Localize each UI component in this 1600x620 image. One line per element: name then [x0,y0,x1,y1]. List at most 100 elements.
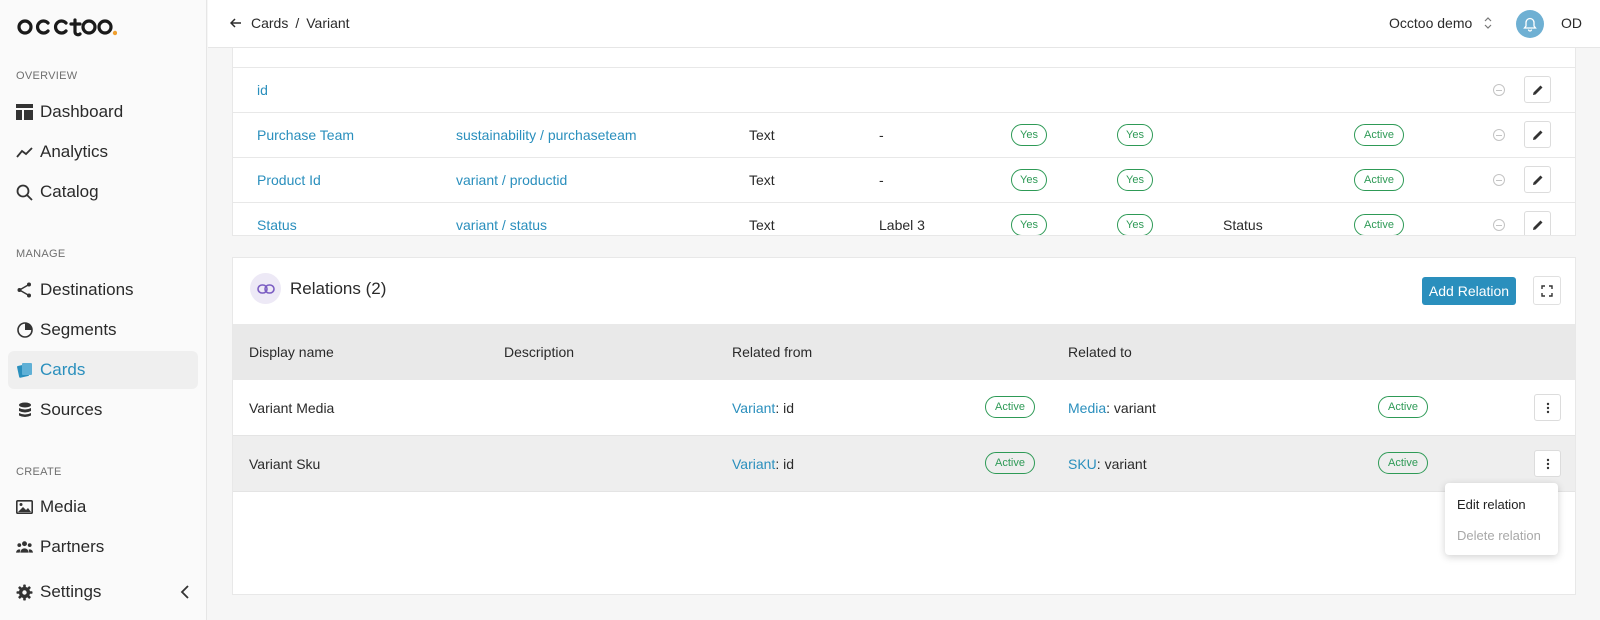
breadcrumb: Cards / Variant [230,15,350,31]
breadcrumb-cards[interactable]: Cards [251,15,288,31]
dashboard-icon [16,104,33,121]
breadcrumb-separator: / [295,15,300,31]
tenant-selector[interactable]: Occtoo demo [1389,15,1492,31]
sidebar-item-partners[interactable]: Partners [8,528,198,566]
database-icon [16,402,33,419]
sidebar-item-label: Segments [40,320,117,339]
status-badge: Active [1354,124,1404,146]
edit-button[interactable] [1524,76,1551,103]
relation-display-name: Variant Media [249,400,335,416]
attribute-name[interactable]: id [257,82,268,98]
attribute-name[interactable]: Product Id [257,172,321,188]
sidebar-item-sources[interactable]: Sources [8,391,198,429]
status-badge: Active [1354,214,1404,235]
minus-circle-icon[interactable] [1493,84,1505,96]
sidebar-item-label: Analytics [40,142,109,161]
image-icon [16,499,33,516]
user-initials[interactable]: OD [1561,15,1582,31]
share-icon [16,282,33,299]
attributes-table: id Purchase Team sustainability / purcha… [232,48,1576,236]
relations-table-header: Display name Description Related from Re… [233,324,1575,380]
sidebar-item-label: Catalog [40,182,99,201]
attribute-source[interactable]: variant / productid [456,172,567,188]
column-header: Related to [1068,344,1132,360]
attribute-name[interactable]: Purchase Team [257,127,354,143]
delete-relation-item: Delete relation [1457,528,1541,543]
notifications-button[interactable] [1516,10,1544,38]
tenant-name: Occtoo demo [1389,15,1473,31]
status-badge: Active [1378,452,1428,474]
edit-button[interactable] [1524,211,1551,235]
sidebar-item-label: Dashboard [40,102,124,121]
attribute-type: Text [749,127,775,143]
column-header: Related from [732,344,813,360]
table-row: id [233,67,1575,112]
related-to: Media: variant [1068,400,1156,416]
attribute-source[interactable]: sustainability / purchaseteam [456,127,637,143]
breadcrumb-current: Variant [306,15,350,31]
sidebar-item-catalog[interactable]: Catalog [8,173,198,211]
column-header: Display name [249,344,334,360]
analytics-icon [16,144,33,161]
sidebar-item-media[interactable]: Media [8,488,198,526]
edit-button[interactable] [1524,121,1551,148]
edit-button[interactable] [1524,166,1551,193]
related-from-entity[interactable]: Variant [732,456,775,472]
minus-circle-icon[interactable] [1493,219,1505,231]
attribute-name[interactable]: Status [257,217,297,233]
pencil-icon [1532,85,1542,95]
gear-icon [16,584,33,601]
row-menu-button[interactable] [1534,394,1561,421]
related-from-field: : id [775,400,795,416]
sidebar-item-label: Settings [40,582,102,601]
sidebar-item-cards[interactable]: Cards [8,351,198,389]
pencil-icon [1532,130,1542,140]
section-label-create: CREATE [16,466,62,478]
sidebar-item-settings[interactable]: Settings [8,573,198,611]
attribute-source[interactable]: variant / status [456,217,547,233]
yes-badge: Yes [1117,169,1153,191]
sidebar-item-dashboard[interactable]: Dashboard [8,93,198,131]
table-row: Purchase Team sustainability / purchaset… [233,112,1575,157]
section-label-overview: OVERVIEW [16,70,78,82]
kebab-icon [1546,402,1549,413]
minus-circle-icon[interactable] [1493,174,1505,186]
attribute-label: Label 3 [879,217,925,233]
related-from: Variant: id [732,400,794,416]
column-header: Description [504,344,575,360]
occtoo-logo[interactable] [17,16,117,38]
related-to-field: : variant [1106,400,1156,416]
status-badge: Active [1378,396,1428,418]
status-badge: Active [1354,169,1404,191]
yes-badge: Yes [1117,124,1153,146]
yes-badge: Yes [1011,214,1047,235]
collapse-sidebar-button[interactable] [176,582,194,602]
sidebar: OVERVIEW Dashboard Analytics Catalog MAN… [0,0,207,620]
related-to-entity[interactable]: SKU [1068,456,1097,472]
minus-circle-icon[interactable] [1493,129,1505,141]
back-arrow-icon[interactable] [230,18,242,28]
expand-button[interactable] [1533,276,1561,305]
attribute-label: - [879,127,884,143]
related-from-entity[interactable]: Variant [732,400,775,416]
sidebar-item-analytics[interactable]: Analytics [8,133,198,171]
yes-badge: Yes [1117,214,1153,235]
attribute-type: Text [749,172,775,188]
search-icon [16,184,33,201]
kebab-icon [1546,458,1549,469]
table-row: Variant Media Variant: id Active Media: … [233,380,1575,436]
top-header: Cards / Variant Occtoo demo OD [208,0,1600,48]
chevron-left-icon [180,585,189,599]
row-menu-button[interactable] [1534,450,1561,477]
edit-relation-item[interactable]: Edit relation [1457,497,1526,512]
cards-icon [16,362,33,379]
add-relation-button[interactable]: Add Relation [1422,277,1516,305]
yes-badge: Yes [1011,169,1047,191]
sidebar-item-label: Partners [40,537,105,556]
related-to-entity[interactable]: Media [1068,400,1106,416]
pencil-icon [1532,175,1542,185]
sidebar-item-destinations[interactable]: Destinations [8,271,198,309]
attribute-label: - [879,172,884,188]
status-badge: Active [985,452,1035,474]
sidebar-item-segments[interactable]: Segments [8,311,198,349]
